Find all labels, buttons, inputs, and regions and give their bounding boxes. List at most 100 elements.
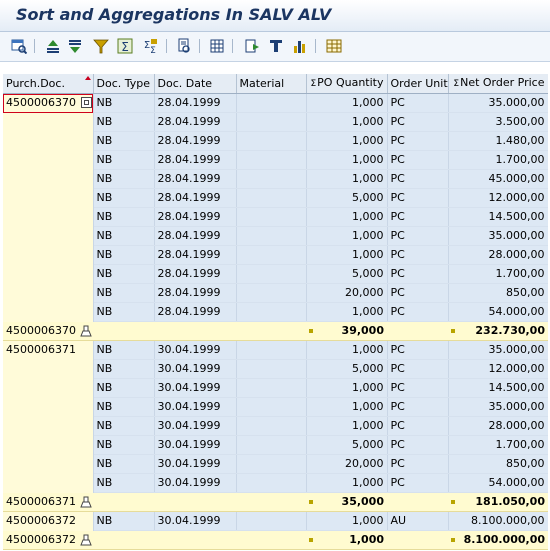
- spreadsheet-export-icon[interactable]: [208, 37, 226, 55]
- cell-purch-doc[interactable]: [3, 112, 94, 132]
- cell-doc-date[interactable]: 28.04.1999: [154, 207, 237, 227]
- cell-doc-date[interactable]: 28.04.1999: [154, 302, 237, 322]
- cell-net-order-price[interactable]: 1.480,00: [448, 131, 548, 151]
- table-row[interactable]: 4500006370 NB 28.04.1999 1,000 PC 35.000,00: [3, 93, 548, 113]
- cell-po-quantity[interactable]: 20,000: [306, 454, 388, 474]
- table-row[interactable]: NB 28.04.1999 1,000 PC 28.000,00: [3, 245, 548, 265]
- column-header-doc-date[interactable]: Doc. Date: [154, 74, 237, 94]
- cell-net-order-price[interactable]: 14.500,00: [448, 378, 548, 398]
- cell-purch-doc[interactable]: [3, 188, 94, 208]
- cell-purch-doc[interactable]: [3, 473, 94, 493]
- cell-po-quantity[interactable]: 1,000: [306, 511, 388, 531]
- table-row[interactable]: NB 30.04.1999 1,000 PC 28.000,00: [3, 416, 548, 436]
- cell-doc-date[interactable]: 28.04.1999: [154, 169, 237, 189]
- cell-doc-type[interactable]: NB: [93, 93, 155, 113]
- cell-doc-type[interactable]: NB: [93, 340, 155, 360]
- cell-doc-type[interactable]: NB: [93, 264, 155, 284]
- cell-material[interactable]: [236, 207, 307, 227]
- cell-material[interactable]: [236, 378, 307, 398]
- cell-material[interactable]: [236, 511, 307, 531]
- cell-purch-doc[interactable]: 4500006371: [3, 340, 94, 360]
- table-row[interactable]: NB 28.04.1999 20,000 PC 850,00: [3, 283, 548, 303]
- cell-doc-date[interactable]: 30.04.1999: [154, 473, 237, 493]
- cell-material[interactable]: [236, 473, 307, 493]
- cell-po-quantity[interactable]: 1,000: [306, 131, 388, 151]
- cell-doc-type[interactable]: NB: [93, 112, 155, 132]
- cell-doc-date[interactable]: 30.04.1999: [154, 378, 237, 398]
- cell-purch-doc[interactable]: [3, 302, 94, 322]
- cell-order-unit[interactable]: PC: [387, 435, 449, 455]
- cell-doc-date[interactable]: 28.04.1999: [154, 226, 237, 246]
- cell-doc-date[interactable]: 28.04.1999: [154, 93, 237, 113]
- cell-po-quantity[interactable]: 1,000: [306, 340, 388, 360]
- table-row[interactable]: NB 28.04.1999 1,000 PC 3.500,00: [3, 112, 548, 132]
- cell-purch-doc[interactable]: [3, 264, 94, 284]
- cell-doc-type[interactable]: NB: [93, 416, 155, 436]
- cell-net-order-price[interactable]: 35.000,00: [448, 340, 548, 360]
- cell-doc-type[interactable]: NB: [93, 188, 155, 208]
- cell-material[interactable]: [236, 340, 307, 360]
- cell-purch-doc[interactable]: [3, 378, 94, 398]
- cell-po-quantity[interactable]: 1,000: [306, 169, 388, 189]
- cell-order-unit[interactable]: PC: [387, 283, 449, 303]
- cell-purch-doc[interactable]: [3, 245, 94, 265]
- cell-purch-doc[interactable]: [3, 150, 94, 170]
- cell-doc-date[interactable]: 30.04.1999: [154, 359, 237, 379]
- cell-net-order-price[interactable]: 12.000,00: [448, 359, 548, 379]
- table-row[interactable]: NB 28.04.1999 1,000 PC 14.500,00: [3, 207, 548, 227]
- cell-purch-doc[interactable]: [3, 435, 94, 455]
- cell-doc-type[interactable]: NB: [93, 397, 155, 417]
- table-row[interactable]: NB 30.04.1999 5,000 PC 12.000,00: [3, 359, 548, 379]
- cell-order-unit[interactable]: PC: [387, 112, 449, 132]
- cell-net-order-price[interactable]: 35.000,00: [448, 397, 548, 417]
- cell-po-quantity[interactable]: 5,000: [306, 188, 388, 208]
- cell-material[interactable]: [236, 169, 307, 189]
- cell-doc-type[interactable]: NB: [93, 473, 155, 493]
- cell-po-quantity[interactable]: 1,000: [306, 93, 388, 113]
- cell-doc-date[interactable]: 30.04.1999: [154, 435, 237, 455]
- cell-po-quantity[interactable]: 5,000: [306, 264, 388, 284]
- cell-material[interactable]: [236, 112, 307, 132]
- cell-doc-date[interactable]: 28.04.1999: [154, 188, 237, 208]
- cell-order-unit[interactable]: PC: [387, 302, 449, 322]
- cell-order-unit[interactable]: PC: [387, 226, 449, 246]
- cell-purch-doc[interactable]: [3, 416, 94, 436]
- subtotal-row[interactable]: 4500006372 1,000 8.100.000,00: [3, 530, 548, 550]
- table-row[interactable]: NB 28.04.1999 1,000 PC 1.480,00: [3, 131, 548, 151]
- cell-order-unit[interactable]: PC: [387, 416, 449, 436]
- cell-net-order-price[interactable]: 1.700,00: [448, 264, 548, 284]
- cell-net-order-price[interactable]: 850,00: [448, 283, 548, 303]
- cell-net-order-price[interactable]: 28.000,00: [448, 245, 548, 265]
- change-layout-icon[interactable]: [325, 37, 343, 55]
- sort-descending-icon[interactable]: [66, 37, 84, 55]
- cell-doc-type[interactable]: NB: [93, 359, 155, 379]
- column-header-po-quantity[interactable]: ΣPO Quantity: [306, 74, 388, 94]
- column-header-doc-type[interactable]: Doc. Type: [93, 74, 155, 94]
- cell-doc-date[interactable]: 28.04.1999: [154, 264, 237, 284]
- table-row[interactable]: NB 30.04.1999 1,000 PC 54.000,00: [3, 473, 548, 493]
- column-header-material[interactable]: Material: [236, 74, 307, 94]
- cell-material[interactable]: [236, 150, 307, 170]
- cell-purch-doc[interactable]: [3, 226, 94, 246]
- table-row[interactable]: NB 28.04.1999 5,000 PC 1.700,00: [3, 264, 548, 284]
- cell-net-order-price[interactable]: 45.000,00: [448, 169, 548, 189]
- cell-net-order-price[interactable]: 54.000,00: [448, 302, 548, 322]
- cell-doc-type[interactable]: NB: [93, 511, 155, 531]
- cell-po-quantity[interactable]: 5,000: [306, 435, 388, 455]
- cell-material[interactable]: [236, 416, 307, 436]
- cell-order-unit[interactable]: AU: [387, 511, 449, 531]
- cell-po-quantity[interactable]: 1,000: [306, 245, 388, 265]
- cell-order-unit[interactable]: PC: [387, 245, 449, 265]
- cell-po-quantity[interactable]: 1,000: [306, 473, 388, 493]
- cell-purch-doc[interactable]: [3, 207, 94, 227]
- cell-po-quantity[interactable]: 1,000: [306, 378, 388, 398]
- cell-purch-doc[interactable]: [3, 169, 94, 189]
- cell-doc-type[interactable]: NB: [93, 245, 155, 265]
- table-row[interactable]: NB 30.04.1999 1,000 PC 35.000,00: [3, 397, 548, 417]
- cell-doc-date[interactable]: 28.04.1999: [154, 150, 237, 170]
- column-header-purch-doc[interactable]: Purch.Doc.: [3, 74, 94, 94]
- cell-order-unit[interactable]: PC: [387, 188, 449, 208]
- cell-material[interactable]: [236, 283, 307, 303]
- cell-po-quantity[interactable]: 1,000: [306, 302, 388, 322]
- cell-material[interactable]: [236, 397, 307, 417]
